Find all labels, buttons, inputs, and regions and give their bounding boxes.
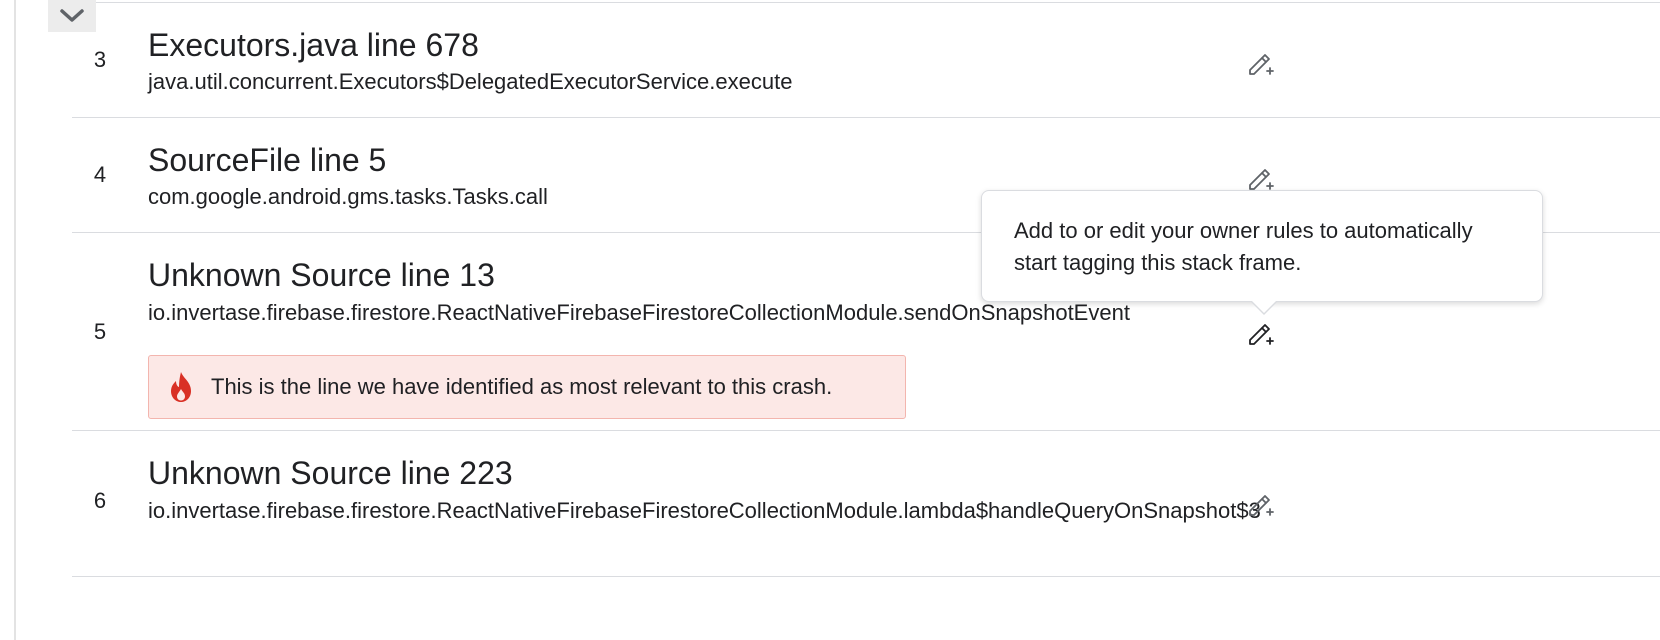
relevant-line-text: This is the line we have identified as m…	[211, 374, 833, 399]
fire-icon	[167, 370, 195, 404]
stack-frame-row: 3 Executors.java line 678 java.util.conc…	[72, 3, 1660, 118]
edit-owner-rule-button[interactable]	[1244, 317, 1276, 349]
frame-file-line: Unknown Source line 223	[148, 455, 513, 491]
frame-number: 3	[93, 47, 107, 72]
frame-method: io.invertase.firebase.firestore.ReactNat…	[148, 498, 1261, 523]
relevant-line-banner: This is the line we have identified as m…	[148, 355, 906, 419]
edit-owner-rule-button[interactable]	[1244, 47, 1276, 79]
frame-file-line: SourceFile line 5	[148, 142, 387, 178]
frame-file-line: Unknown Source line 13	[148, 257, 495, 293]
stack-frame-row: 6 Unknown Source line 223 io.invertase.f…	[72, 431, 1660, 577]
owner-rules-tooltip: Add to or edit your owner rules to autom…	[981, 190, 1543, 302]
edit-owner-rule-icon	[1249, 324, 1274, 345]
frame-number: 5	[93, 319, 107, 344]
frame-number: 4	[93, 162, 107, 187]
left-rail	[14, 0, 16, 640]
frame-file-line: Executors.java line 678	[148, 27, 479, 63]
frame-method: java.util.concurrent.Executors$Delegated…	[148, 69, 793, 94]
edit-owner-rule-icon	[1249, 495, 1274, 516]
edit-owner-rule-button[interactable]	[1244, 488, 1276, 520]
stack-trace-panel: 3 Executors.java line 678 java.util.conc…	[0, 0, 1660, 640]
tooltip-arrow-fill	[1251, 300, 1277, 313]
edit-owner-rule-icon	[1249, 169, 1274, 190]
edit-owner-rule-icon	[1249, 54, 1274, 75]
frame-number: 6	[93, 488, 107, 513]
